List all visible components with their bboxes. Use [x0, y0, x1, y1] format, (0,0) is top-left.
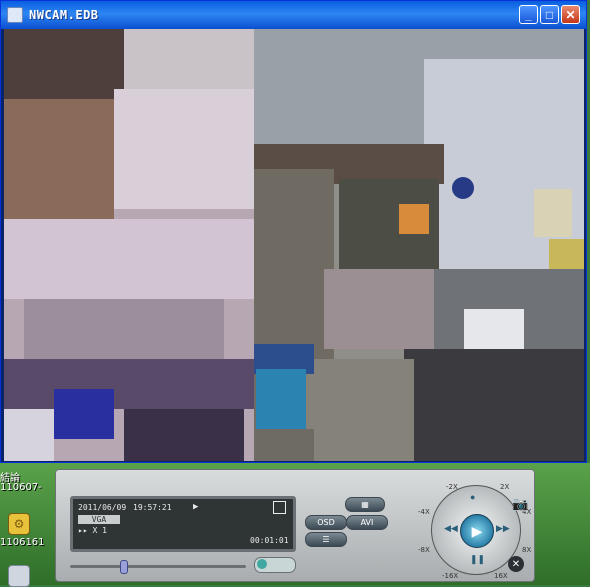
app-icon [7, 7, 23, 23]
speed-label-rev2: -2X [446, 483, 458, 491]
video-feed[interactable] [4, 29, 584, 461]
osd-button[interactable]: OSD [305, 515, 347, 530]
volume-slider[interactable] [254, 557, 296, 573]
play-indicator-icon: ▶ [193, 502, 199, 512]
volume-knob[interactable] [257, 559, 267, 569]
rewind-icon[interactable]: ◀◀ [444, 523, 458, 534]
resolution-label: VGA [78, 515, 120, 524]
file-icon[interactable] [8, 565, 30, 587]
document-icon[interactable]: ⚙ [8, 513, 30, 535]
speed-label-fwd16: 16X [494, 572, 508, 580]
time-counter: 00:01:01 [250, 536, 289, 545]
pause-icon[interactable]: ❚❚ [470, 554, 485, 565]
window-title: NWCAM.EDB [29, 8, 99, 22]
time-readout: 19:57:21 [133, 503, 172, 512]
speed-label-rev8: -8X [418, 546, 430, 554]
dial-top-indicator-icon: ● [470, 492, 476, 502]
speed-label-fwd2: 2X [500, 483, 510, 491]
speed-label-rev4: -4X [418, 508, 430, 516]
date-readout: 2011/06/09 [78, 503, 127, 512]
playback-control-panel: 2011/06/09 19:57:21 ▶ VGA ▸▸ X 1 00:01:0… [55, 469, 535, 582]
maximize-button[interactable]: □ [540, 5, 559, 24]
camera-icon[interactable]: 📷 [512, 496, 528, 512]
grid-view-button[interactable]: ▦ [345, 497, 385, 512]
avi-button[interactable]: AVI [346, 515, 388, 530]
desktop-label-2: 1106161 [0, 537, 45, 548]
desktop-label-1-sub: 110607- [0, 482, 42, 493]
fast-forward-icon[interactable]: ▶▶ [496, 523, 510, 534]
panel-close-icon[interactable]: ✕ [508, 556, 524, 572]
snapshot-icon[interactable] [273, 501, 286, 514]
status-display: 2011/06/09 19:57:21 ▶ VGA ▸▸ X 1 00:01:0… [70, 496, 296, 552]
speed-label-rev16: -16X [442, 572, 459, 580]
camera-window: NWCAM.EDB _ □ ✕ [0, 0, 587, 463]
close-button[interactable]: ✕ [561, 5, 580, 24]
speed-readout: ▸▸ X 1 [78, 526, 107, 535]
title-bar[interactable]: NWCAM.EDB _ □ ✕ [1, 1, 586, 29]
speed-label-fwd8: 8X [522, 546, 532, 554]
playback-slider-track[interactable] [70, 565, 246, 568]
minimize-button[interactable]: _ [519, 5, 538, 24]
settings-button[interactable]: ☰ [305, 532, 347, 547]
play-button[interactable]: ▶ [460, 514, 494, 548]
playback-slider-thumb[interactable] [119, 560, 128, 574]
